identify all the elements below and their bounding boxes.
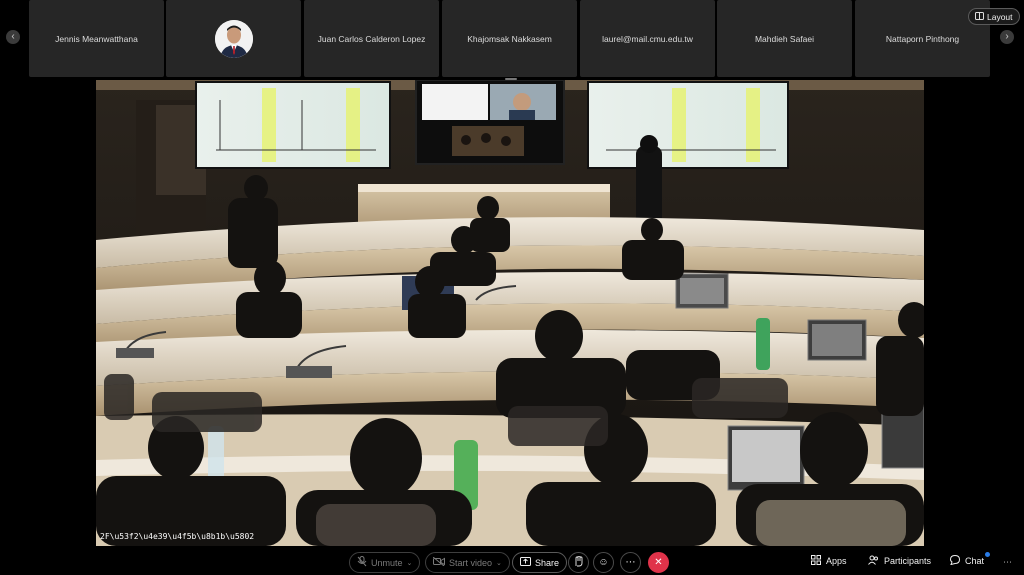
participant-name: Khajomsak Nakkasem [467,33,552,44]
chevron-down-icon[interactable]: ⌄ [407,559,413,567]
apps-grid-icon [811,555,821,567]
strip-prev-arrow-icon[interactable]: ‹ [6,30,20,44]
chat-notification-badge [985,552,990,557]
chat-label: Chat [965,556,985,566]
main-video [96,80,924,546]
participant-tile[interactable]: laurel@mail.cmu.edu.tw [580,0,715,77]
start-video-label: Start video [449,557,493,568]
people-icon [868,555,879,567]
participants-label: Participants [884,556,932,566]
layout-button[interactable]: Layout [968,8,1020,25]
reactions-button[interactable]: ☺ [593,552,614,573]
ellipsis-icon: ⋯ [625,557,636,568]
strip-next-arrow-icon[interactable]: › [1000,30,1014,44]
more-options-button[interactable]: ⋯ [620,552,641,573]
participant-name: Nattaporn Pinthong [885,33,960,44]
close-icon: ✕ [654,557,663,568]
layout-label: Layout [987,11,1013,22]
smiley-icon: ☺ [598,557,609,568]
share-screen-icon [520,557,531,568]
chevron-down-icon[interactable]: ⌄ [496,559,502,567]
unmute-label: Unmute [371,557,403,568]
participants-button[interactable]: Participants [868,555,931,567]
participant-strip: ‹ Jennis Meanwatthana Juan Carlos Calder… [0,0,1024,78]
leave-meeting-button[interactable]: ✕ [648,552,669,573]
layout-icon [975,11,984,22]
avatar [214,19,253,58]
meeting-toolbar: Unmute ⌄ Start video ⌄ Share ☺ ⋯ ✕ Apps [0,548,1024,575]
participant-name: Mahdieh Safaei [754,33,815,44]
microphone-muted-icon [357,556,367,569]
chat-button[interactable]: Chat [949,554,985,567]
video-caption: 2F\u53f2\u4e39\u4f5b\u8b1b\u5802 [100,532,255,541]
lecture-hall-video-frame [96,80,924,546]
start-video-button[interactable]: Start video ⌄ [425,552,510,573]
participant-tile[interactable]: Mahdieh Safaei [717,0,852,77]
participant-name: Juan Carlos Calderon Lopez [317,33,426,44]
participant-tile[interactable]: Jennis Meanwatthana [29,0,164,77]
hand-icon [574,555,583,570]
toolbar-overflow-icon[interactable]: ⋯ [1003,557,1012,568]
participant-tile-avatar[interactable] [166,0,301,77]
chat-bubble-icon [949,554,961,567]
participant-name: Jennis Meanwatthana [55,33,138,44]
participant-tile[interactable]: Juan Carlos Calderon Lopez [304,0,439,77]
apps-button[interactable]: Apps [811,555,847,567]
participant-name: laurel@mail.cmu.edu.tw [602,33,693,44]
share-label: Share [535,557,560,568]
raise-hand-button[interactable] [568,552,589,573]
participant-tile[interactable]: Khajomsak Nakkasem [442,0,577,77]
apps-label: Apps [826,556,847,566]
share-button[interactable]: Share [512,552,568,573]
unmute-button[interactable]: Unmute ⌄ [349,552,421,573]
camera-off-icon [432,556,445,568]
